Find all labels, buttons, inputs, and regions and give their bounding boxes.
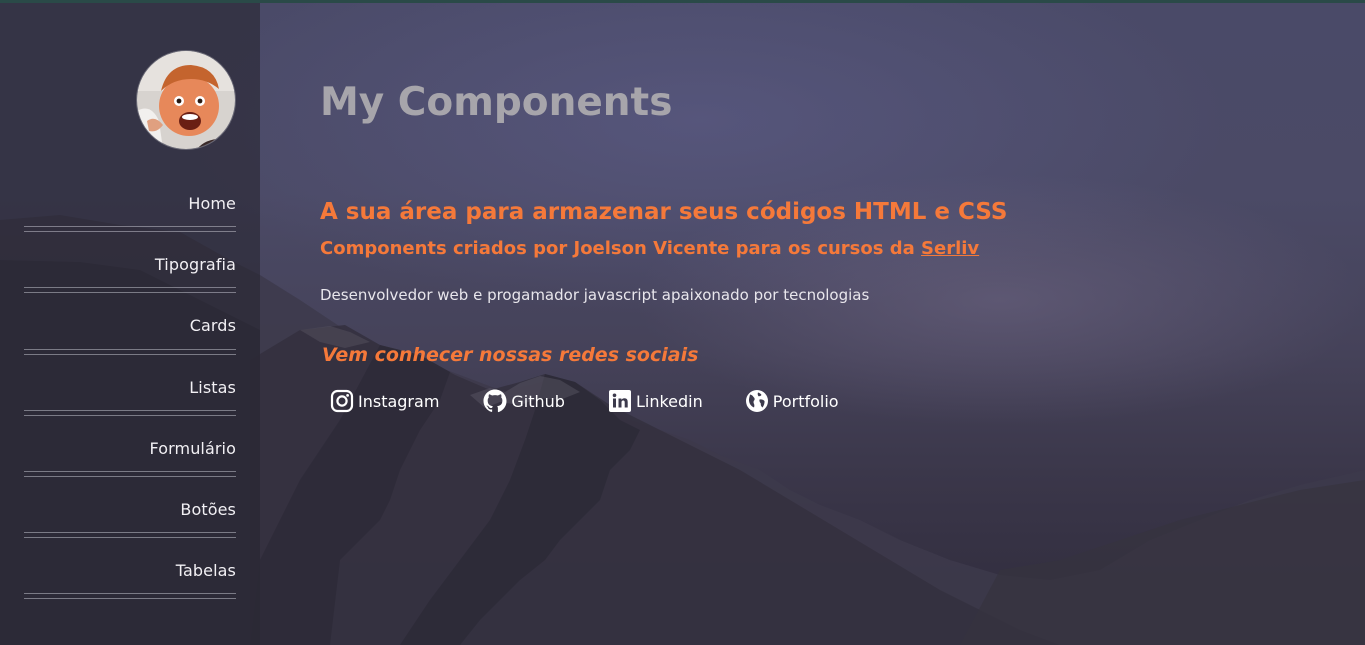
description: Desenvolvedor web e progamador javascrip… (320, 286, 870, 304)
page-title: My Components (320, 80, 673, 125)
sidebar: Home Tipografia Cards Listas Formulário … (0, 3, 260, 645)
headline: A sua área para armazenar seus códigos H… (320, 199, 1008, 225)
sidebar-item-home[interactable]: Home (24, 171, 236, 233)
sidebar-item-tabelas[interactable]: Tabelas (24, 538, 236, 600)
sidebar-item-label[interactable]: Listas (189, 378, 236, 397)
sidebar-item-label[interactable]: Tabelas (176, 561, 236, 580)
sidebar-item-cards[interactable]: Cards (24, 293, 236, 355)
sidebar-item-formulario[interactable]: Formulário (24, 416, 236, 478)
sidebar-item-label[interactable]: Home (188, 194, 236, 213)
sidebar-item-botoes[interactable]: Botões (24, 477, 236, 539)
avatar[interactable] (136, 50, 236, 150)
instagram-label: Instagram (358, 391, 440, 411)
portfolio-label: Portfolio (772, 391, 839, 411)
sidebar-item-label[interactable]: Cards (190, 316, 236, 335)
sidebar-item-tipografia[interactable]: Tipografia (24, 232, 236, 294)
serliv-link[interactable]: Serliv (921, 238, 979, 259)
sidebar-item-label[interactable]: Formulário (149, 439, 236, 458)
linkedin-icon (608, 390, 631, 412)
portfolio-link[interactable]: Portfolio (745, 389, 839, 413)
github-link[interactable]: Github (483, 389, 565, 413)
subheadline: Components criados por Joelson Vicente p… (320, 238, 979, 259)
globe-icon (745, 390, 768, 412)
sidebar-item-listas[interactable]: Listas (24, 355, 236, 416)
instagram-icon (330, 389, 354, 413)
sidebar-item-label[interactable]: Tipografia (155, 255, 236, 274)
avatar-photo (137, 51, 235, 149)
github-label: Github (511, 391, 565, 411)
sidebar-menu: Home Tipografia Cards Listas Formulário … (24, 171, 236, 600)
linkedin-label: Linkedin (635, 391, 703, 411)
linkedin-link[interactable]: Linkedin (608, 389, 703, 413)
social-title: Vem conhecer nossas redes sociais (322, 344, 699, 366)
social-links: Instagram Github Linkedin Portfolio (330, 389, 839, 413)
github-icon (483, 389, 507, 413)
sidebar-item-label[interactable]: Botões (180, 500, 236, 519)
top-border (0, 0, 1365, 3)
subheadline-text: Components criados por Joelson Vicente p… (320, 238, 922, 259)
instagram-link[interactable]: Instagram (330, 389, 439, 413)
